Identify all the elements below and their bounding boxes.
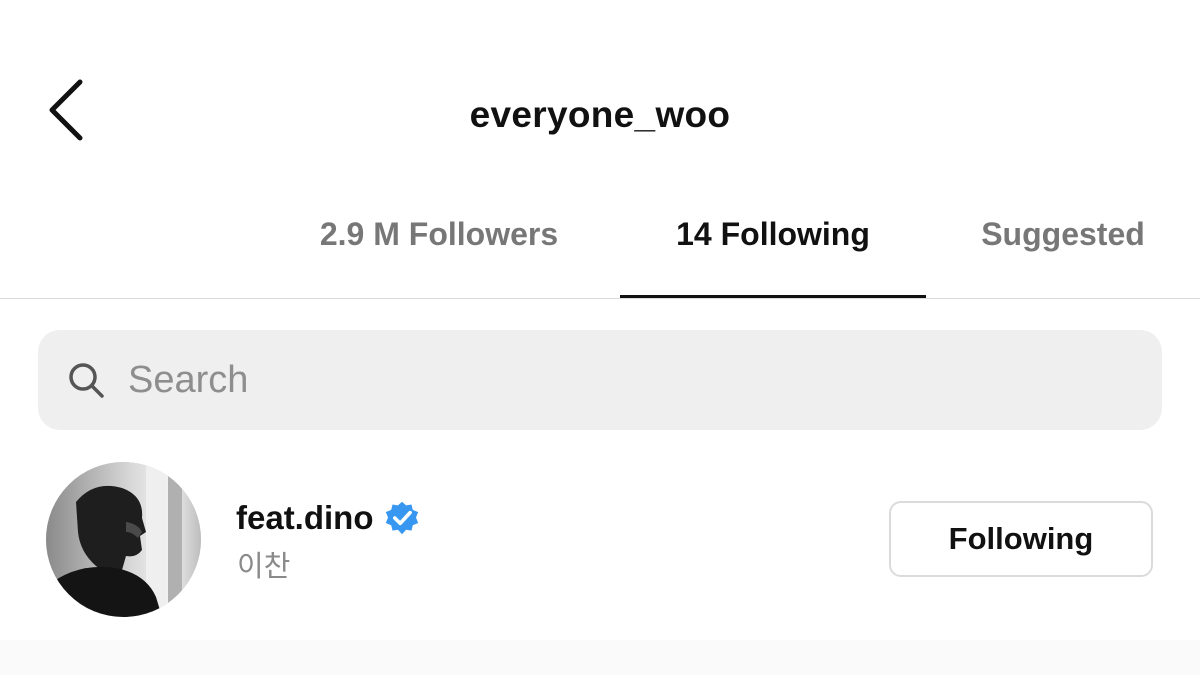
- search-bar[interactable]: [38, 330, 1162, 430]
- search-input[interactable]: [128, 352, 1128, 408]
- username-row: feat.dino: [236, 497, 420, 539]
- following-button[interactable]: Following: [889, 501, 1153, 577]
- profile-photo: [46, 462, 201, 617]
- next-list-item-edge: [0, 640, 1200, 675]
- avatar[interactable]: [46, 462, 201, 617]
- username[interactable]: feat.dino: [236, 499, 374, 537]
- tab-bar: 2.9 M Followers 14 Following Suggested: [0, 200, 1200, 299]
- page-title: everyone_woo: [469, 94, 731, 135]
- header: everyone_woo: [0, 0, 1200, 200]
- tab-followers[interactable]: 2.9 M Followers: [300, 216, 578, 260]
- display-name: 이찬: [237, 549, 291, 583]
- search-icon: [69, 363, 104, 398]
- verified-badge-icon: [385, 501, 418, 535]
- active-tab-indicator: [620, 295, 926, 298]
- tab-suggested[interactable]: Suggested: [960, 216, 1166, 260]
- tab-following[interactable]: 14 Following: [620, 216, 926, 260]
- list-item[interactable]: feat.dino 이찬 Following: [0, 455, 1200, 625]
